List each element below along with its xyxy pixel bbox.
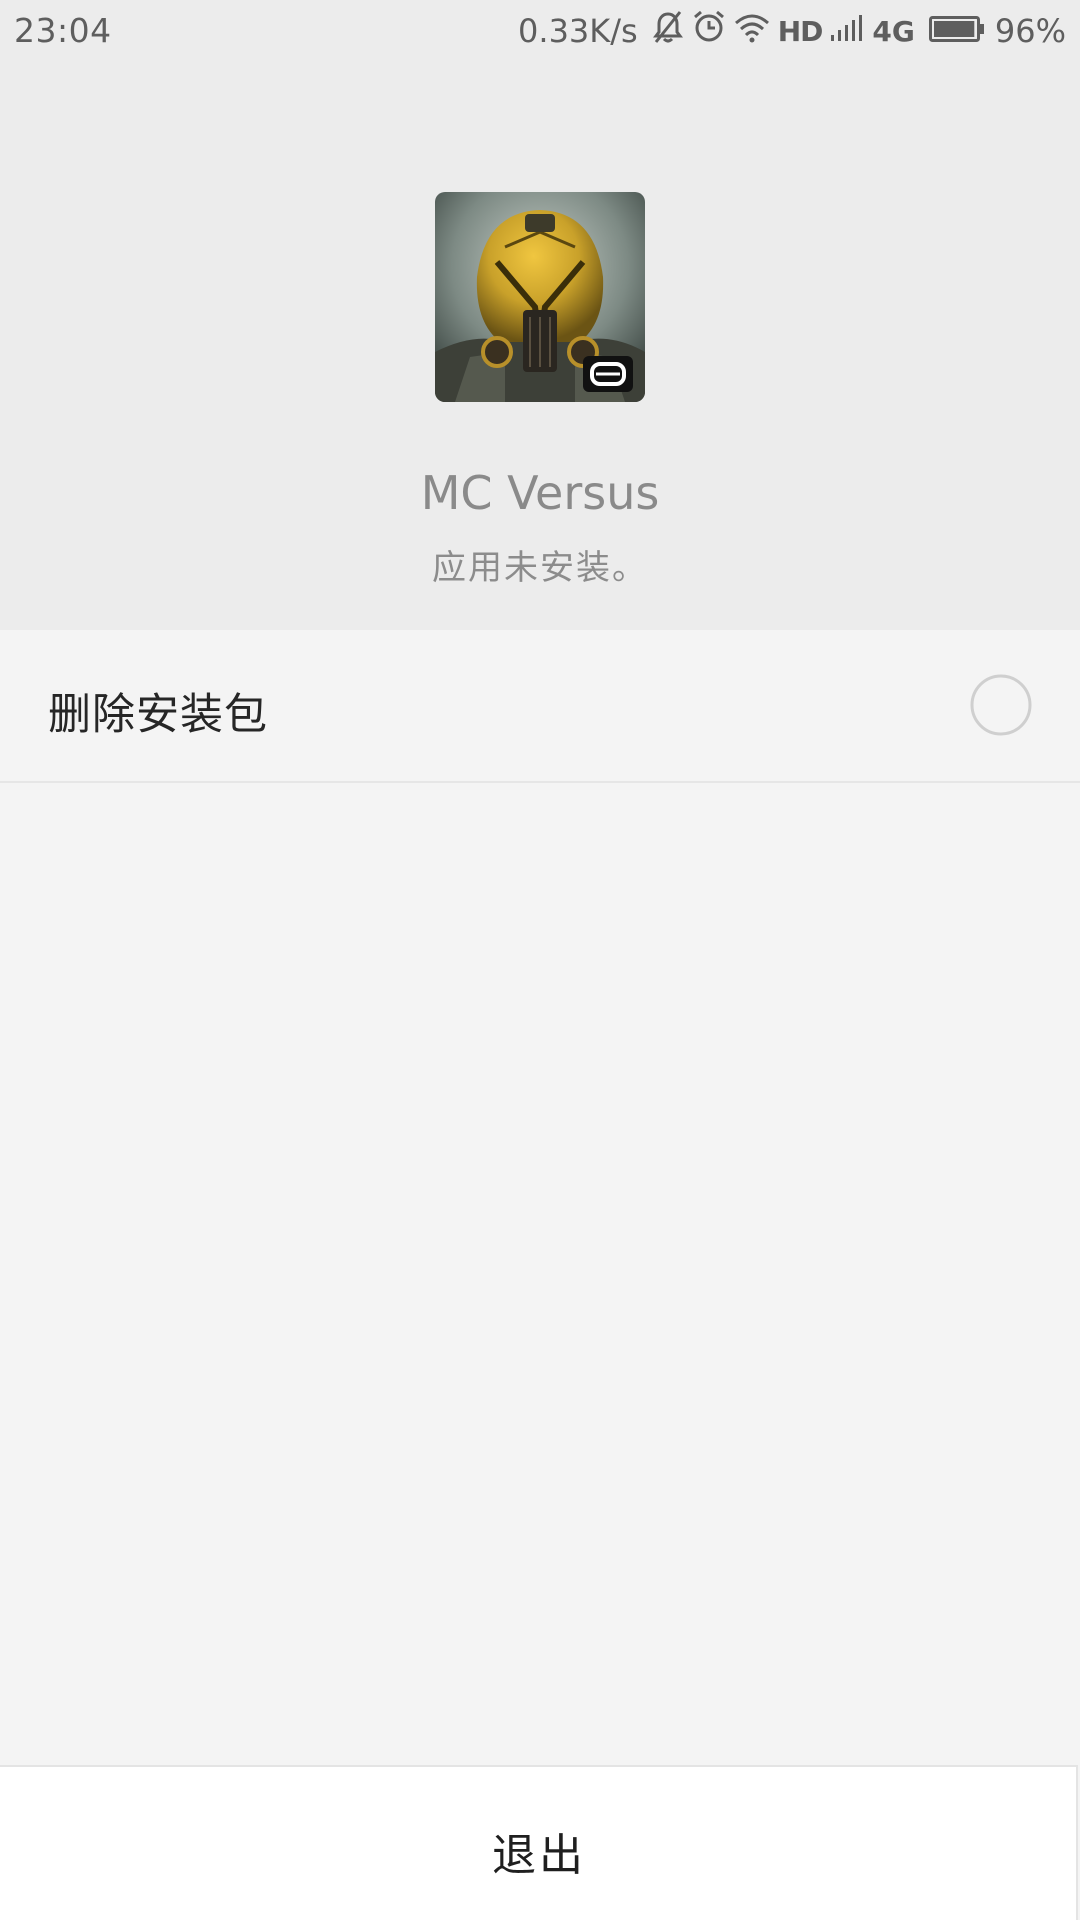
hd-indicator: HD (777, 14, 824, 48)
app-info-header: MC Versus 应用未安装。 (0, 62, 1080, 630)
signal-icon (830, 12, 864, 51)
exit-button[interactable]: 退出 (0, 1765, 1078, 1920)
app-name: MC Versus (420, 466, 660, 520)
net-speed: 0.33K/s (518, 12, 638, 50)
delete-package-checkbox[interactable] (969, 673, 1033, 741)
app-status: 应用未安装。 (432, 548, 648, 588)
battery-icon (928, 12, 985, 51)
alarm-clock-icon (692, 10, 726, 52)
status-bar: 23:04 0.33K/s HD 4G 96% (0, 0, 1080, 62)
network-type: 4G (872, 14, 915, 48)
delete-package-option[interactable]: 删除安装包 (0, 630, 1080, 783)
delete-package-label: 删除安装包 (48, 690, 268, 740)
battery-percentage: 96% (994, 12, 1066, 50)
game-helmet-icon (435, 192, 645, 402)
exit-label: 退出 (492, 1830, 586, 1881)
mute-bell-icon (652, 10, 684, 52)
status-time: 23:04 (14, 11, 112, 50)
status-indicators: 0.33K/s HD 4G 96% (510, 8, 1066, 54)
wifi-icon (734, 12, 770, 51)
